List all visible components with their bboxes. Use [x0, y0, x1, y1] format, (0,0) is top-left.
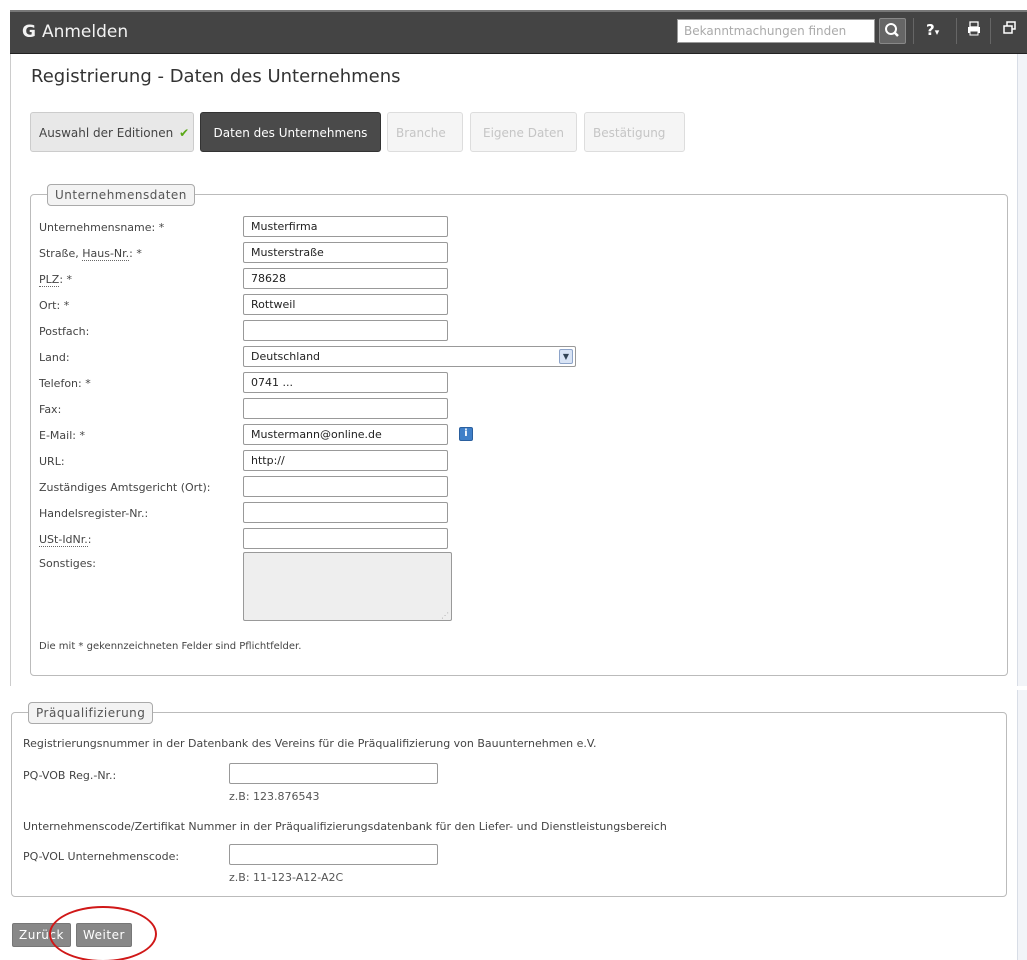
prequal-legend: Präqualifizierung — [28, 702, 154, 724]
url-input[interactable]: http:// — [243, 450, 448, 471]
other-label: Sonstiges: — [39, 557, 96, 570]
vob-label: PQ-VOB Reg.-Nr.: — [23, 769, 117, 782]
scrollbar[interactable] — [1017, 690, 1027, 960]
email-label: E-Mail: * — [39, 429, 85, 442]
court-input[interactable] — [243, 476, 448, 497]
info-icon[interactable]: i — [459, 427, 473, 441]
refresh-icon: G — [22, 22, 36, 42]
vob-hint: z.B: 123.876543 — [229, 790, 320, 803]
url-label: URL: — [39, 455, 65, 468]
step-confirmation: Bestätigung — [584, 112, 685, 152]
divider — [956, 18, 957, 44]
city-input[interactable]: Rottweil — [243, 294, 448, 315]
other-textarea[interactable]: ⋰ — [243, 552, 452, 621]
help-icon[interactable]: ?▾ — [926, 21, 939, 39]
company-name-input[interactable]: Musterfirma — [243, 216, 448, 237]
chevron-down-icon: ▼ — [559, 349, 573, 364]
search-button[interactable] — [879, 18, 906, 44]
country-label: Land: — [39, 351, 70, 364]
phone-label: Telefon: * — [39, 377, 91, 390]
checkmark-icon: ✔ — [179, 126, 190, 140]
highlight-annotation — [49, 906, 157, 960]
register-input[interactable] — [243, 502, 448, 523]
divider — [913, 18, 914, 44]
main-panel: Registrierung - Daten des Unternehmens A… — [10, 54, 1017, 686]
street-input[interactable]: Musterstraße — [243, 242, 448, 263]
pobox-input[interactable] — [243, 320, 448, 341]
login-link[interactable]: G Anmelden — [22, 22, 128, 42]
step-editions[interactable]: Auswahl der Editionen ✔ — [30, 112, 194, 152]
vat-input[interactable] — [243, 528, 448, 549]
email-input[interactable]: Mustermann@online.de — [243, 424, 448, 445]
company-data-fieldset: Unternehmensdaten — [30, 184, 1008, 676]
company-name-label: Unternehmensname: * — [39, 221, 165, 234]
register-label: Handelsregister-Nr.: — [39, 507, 149, 520]
required-note: Die mit * gekennzeichneten Felder sind P… — [39, 641, 302, 652]
step-branche: Branche — [387, 112, 463, 152]
country-select[interactable]: Deutschland ▼ — [243, 346, 576, 367]
header-title: Anmelden — [41, 22, 129, 42]
pobox-label: Postfach: — [39, 325, 90, 338]
court-label: Zuständiges Amtsgericht (Ort): — [39, 481, 211, 494]
vol-description: Unternehmenscode/Zertifikat Nummer in de… — [23, 820, 667, 833]
zip-label: PLZ: * — [39, 273, 73, 287]
divider — [990, 18, 991, 44]
vob-input[interactable] — [229, 763, 438, 784]
company-data-legend: Unternehmensdaten — [47, 184, 195, 206]
vat-label: USt-IdNr.: — [39, 533, 92, 547]
window-icon[interactable] — [1003, 21, 1017, 39]
search-icon — [885, 23, 899, 37]
step-company-data[interactable]: Daten des Unternehmens — [200, 112, 381, 152]
vob-description: Registrierungsnummer in der Datenbank de… — [23, 737, 597, 750]
print-icon[interactable] — [967, 21, 981, 40]
phone-input[interactable]: 0741 ... — [243, 372, 448, 393]
vol-hint: z.B: 11-123-A12-A2C — [229, 871, 344, 884]
street-label: Straße, Haus-Nr.: * — [39, 247, 142, 261]
scrollbar[interactable] — [1017, 54, 1027, 686]
vol-input[interactable] — [229, 844, 438, 865]
page-title: Registrierung - Daten des Unternehmens — [31, 66, 401, 87]
top-bar: G Anmelden Bekanntmachungen finden ?▾ — [10, 10, 1027, 54]
resize-handle-icon[interactable]: ⋰ — [441, 611, 449, 620]
search-input[interactable]: Bekanntmachungen finden — [677, 19, 875, 43]
fax-input[interactable] — [243, 398, 448, 419]
zip-input[interactable]: 78628 — [243, 268, 448, 289]
step-own-data: Eigene Daten — [470, 112, 577, 152]
fax-label: Fax: — [39, 403, 62, 416]
city-label: Ort: * — [39, 299, 70, 312]
vol-label: PQ-VOL Unternehmenscode: — [23, 850, 180, 863]
